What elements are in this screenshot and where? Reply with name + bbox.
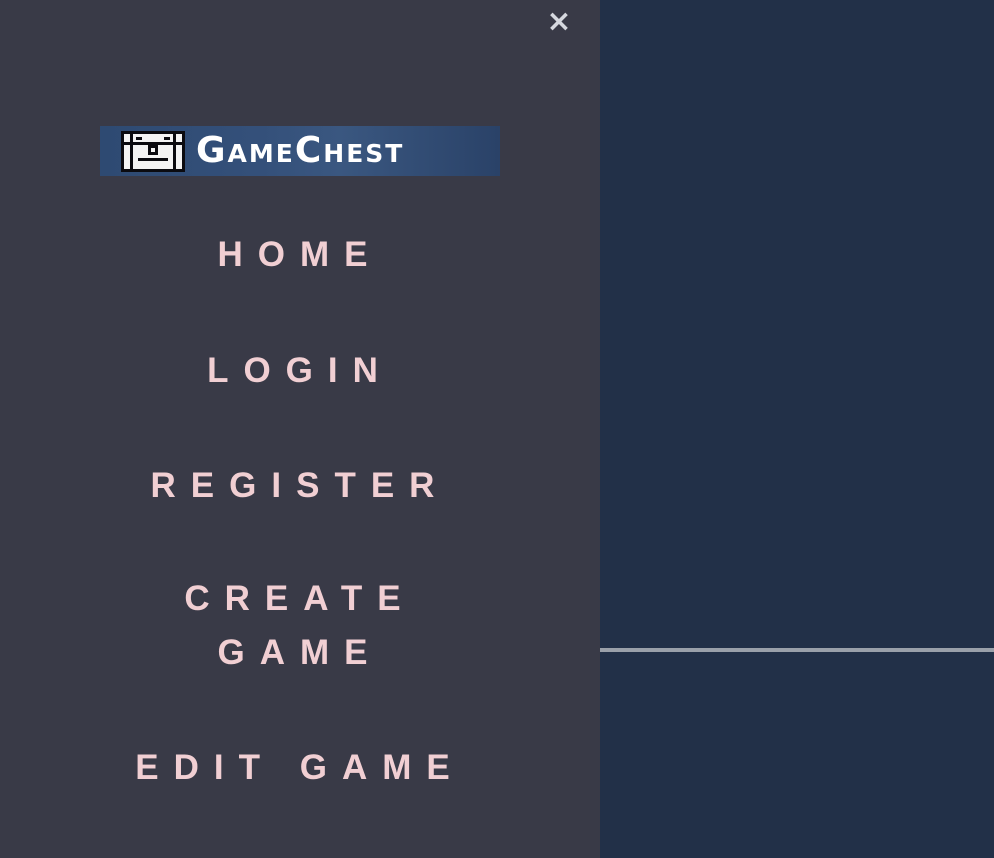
close-icon[interactable]: ×: [541, 4, 577, 40]
nav-home-link[interactable]: HOME: [0, 228, 600, 282]
treasure-chest-icon: [121, 131, 185, 172]
nav-register-link[interactable]: REGISTER: [0, 459, 600, 513]
nav-home-label: HOME: [217, 235, 383, 274]
logo-text: GameChest: [196, 130, 405, 171]
nav-register-label: REGISTER: [150, 466, 450, 505]
nav-create-game-label-line2: GAME: [217, 633, 383, 672]
nav-create-game-label-line1: CREATE: [184, 579, 416, 618]
sidebar-menu: × GameChest HOME LOGIN REGISTER CREATE G…: [0, 0, 600, 858]
divider: [600, 648, 994, 652]
nav-login-label: LOGIN: [207, 351, 393, 390]
main-content: [600, 0, 994, 858]
logo[interactable]: GameChest: [100, 126, 500, 176]
nav-create-game-link[interactable]: CREATE GAME: [0, 572, 600, 680]
page: × GameChest HOME LOGIN REGISTER CREATE G…: [0, 0, 994, 858]
nav-edit-game-label: EDIT GAME: [135, 748, 465, 787]
nav-edit-game-link[interactable]: EDIT GAME: [0, 741, 600, 795]
nav-login-link[interactable]: LOGIN: [0, 344, 600, 398]
